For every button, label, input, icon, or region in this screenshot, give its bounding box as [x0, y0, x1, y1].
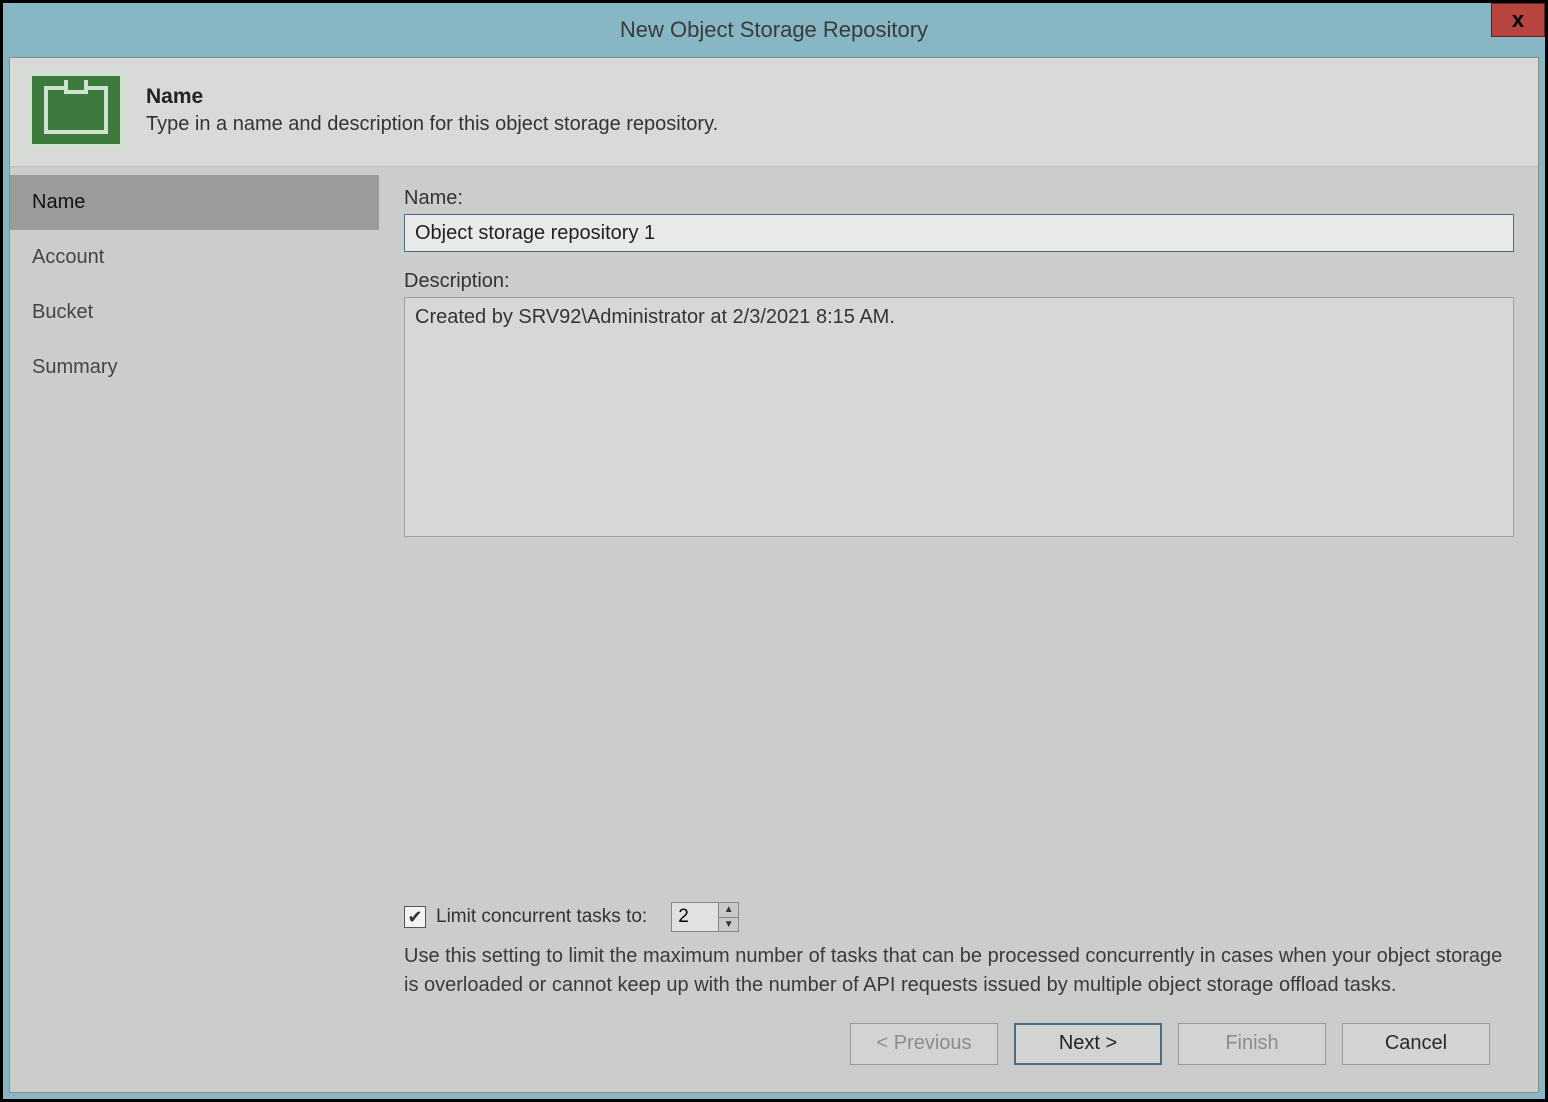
- name-input[interactable]: [404, 214, 1514, 252]
- wizard-body: Name Account Bucket Summary Name: Descri…: [10, 167, 1538, 1092]
- description-label: Description:: [404, 270, 1514, 293]
- wizard-header: Name Type in a name and description for …: [10, 58, 1538, 167]
- sidebar-item-account[interactable]: Account: [10, 230, 379, 285]
- cancel-button[interactable]: Cancel: [1342, 1023, 1490, 1065]
- limit-tasks-label: Limit concurrent tasks to:: [436, 906, 647, 928]
- close-button[interactable]: x: [1491, 3, 1545, 37]
- sidebar-item-label: Name: [32, 191, 85, 213]
- next-button[interactable]: Next >: [1014, 1023, 1162, 1065]
- previous-button: < Previous: [850, 1023, 998, 1065]
- wizard-content: Name: Description: Created by SRV92\Admi…: [380, 167, 1538, 1092]
- page-title: Name: [146, 85, 718, 109]
- sidebar-item-bucket[interactable]: Bucket: [10, 285, 379, 340]
- sidebar-item-summary[interactable]: Summary: [10, 340, 379, 395]
- description-textarea[interactable]: Created by SRV92\Administrator at 2/3/20…: [404, 297, 1514, 537]
- client-area: Name Type in a name and description for …: [9, 57, 1539, 1093]
- sidebar-item-label: Bucket: [32, 301, 93, 323]
- sidebar-item-name[interactable]: Name: [10, 175, 379, 230]
- limit-tasks-checkbox[interactable]: ✔: [404, 906, 426, 928]
- limit-tasks-row: ✔ Limit concurrent tasks to: ▲ ▼: [404, 902, 1514, 932]
- wizard-sidebar: Name Account Bucket Summary: [10, 167, 380, 1092]
- header-text: Name Type in a name and description for …: [146, 85, 718, 136]
- spinner-down-icon[interactable]: ▼: [718, 918, 738, 932]
- limit-tasks-value[interactable]: [672, 903, 718, 931]
- sidebar-item-label: Summary: [32, 356, 118, 378]
- spinner-up-icon[interactable]: ▲: [718, 903, 738, 918]
- wizard-window: New Object Storage Repository x Name Typ…: [0, 0, 1548, 1102]
- limit-help-text: Use this setting to limit the maximum nu…: [404, 942, 1514, 1000]
- limit-tasks-spinner[interactable]: ▲ ▼: [671, 902, 739, 932]
- name-label: Name:: [404, 187, 1514, 210]
- titlebar: New Object Storage Repository x: [3, 3, 1545, 57]
- window-title: New Object Storage Repository: [620, 17, 928, 43]
- finish-button: Finish: [1178, 1023, 1326, 1065]
- checkmark-icon: ✔: [407, 908, 422, 926]
- storage-icon: [28, 72, 124, 148]
- close-icon: x: [1512, 7, 1524, 33]
- wizard-footer: < Previous Next > Finish Cancel: [404, 1004, 1514, 1082]
- sidebar-item-label: Account: [32, 246, 104, 268]
- page-subtitle: Type in a name and description for this …: [146, 113, 718, 136]
